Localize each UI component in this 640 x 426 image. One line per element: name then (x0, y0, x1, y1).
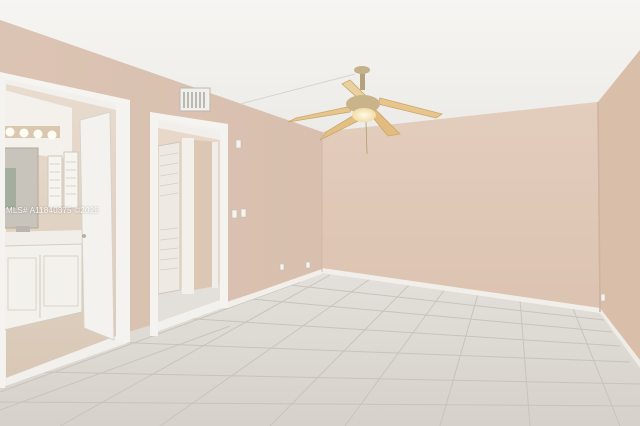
bathroom-door-open (79, 111, 115, 341)
vanity-faucet (16, 226, 30, 232)
hallway-door-edge (212, 142, 218, 288)
listing-watermark: MLS# A11840375 ©2025 (6, 206, 99, 215)
vanity-light-bar (4, 126, 60, 140)
light-switch-2 (240, 208, 247, 218)
light-switch (231, 209, 238, 219)
vanity-counter (4, 230, 82, 246)
bathroom-doorway (0, 72, 130, 388)
fan-light-globe (352, 108, 376, 122)
wall-outlet-right (600, 293, 606, 302)
wall-outlet-left (279, 263, 285, 271)
wall-outlet-back (305, 261, 311, 269)
bathroom-shutter-right (63, 151, 79, 209)
thermostat-plate (235, 139, 242, 149)
ac-vent (179, 87, 211, 112)
hallway-doorway (150, 112, 228, 336)
